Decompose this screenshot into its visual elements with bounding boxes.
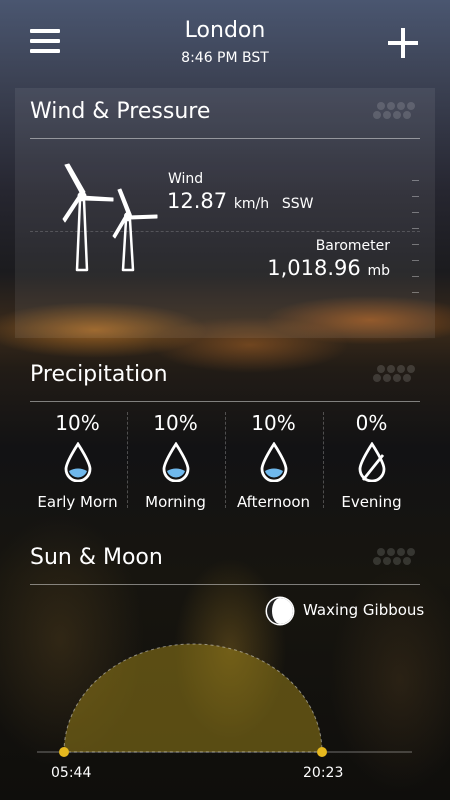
barometer-reading: 1,018.96 mb [220,256,390,280]
wind-speed-unit: km/h [233,196,270,212]
precip-percent: 0% [355,411,388,435]
barometer-label: Barometer [315,238,390,254]
dots-decoration-icon [373,548,419,566]
precip-period-afternoon: 10% Afternoon [225,410,322,511]
plus-icon[interactable] [388,28,418,58]
sunrise-time: 05:44 [51,765,92,781]
section-divider [30,138,420,139]
scale-tick [412,196,419,197]
precip-period-label: Morning [145,493,206,511]
precip-period-label: Afternoon [236,493,311,511]
section-divider [30,584,420,585]
raindrop-icon [260,441,287,483]
wind-pressure-title: Wind & Pressure [30,99,211,124]
dots-decoration-icon [373,365,419,383]
daylight-arc [63,643,323,753]
precip-percent: 10% [55,411,100,435]
precip-period-label: Evening [341,493,402,511]
local-time: 8:46 PM BST [181,50,269,66]
precip-period-evening: 0% Evening [323,410,420,511]
raindrop-icon [162,441,189,483]
sunrise-marker [59,747,69,757]
dots-decoration-icon [373,102,419,120]
precipitation-title: Precipitation [30,362,168,387]
scale-tick [412,292,419,293]
precip-percent: 10% [251,411,296,435]
city-name[interactable]: London [0,18,450,43]
scale-tick [412,276,419,277]
wind-label: Wind [168,171,204,187]
scale-tick [412,244,419,245]
scale-tick [412,180,419,181]
section-divider [30,401,420,402]
scale-tick [412,212,419,213]
scale-tick [412,228,419,229]
wind-turbine-icon [62,163,158,272]
barometer-value: 1,018.96 [267,256,361,280]
wind-speed: 12.87 km/h SSW [167,189,313,213]
barometer-unit: mb [367,263,390,279]
no-rain-drop-icon [358,441,385,483]
scale-tick [412,260,419,261]
sunset-time: 20:23 [303,765,344,781]
precip-period-morning: 10% Morning [127,410,224,511]
raindrop-icon [64,441,91,483]
precip-percent: 10% [153,411,198,435]
sun-path-chart [37,643,412,757]
precip-period-label: Early Morn [37,493,118,511]
precip-period-early-morn: 10% Early Morn [29,410,126,511]
wind-direction: SSW [281,196,314,212]
sun-moon-title: Sun & Moon [30,545,163,570]
sunset-marker [317,747,327,757]
wind-speed-value: 12.87 [167,189,228,213]
